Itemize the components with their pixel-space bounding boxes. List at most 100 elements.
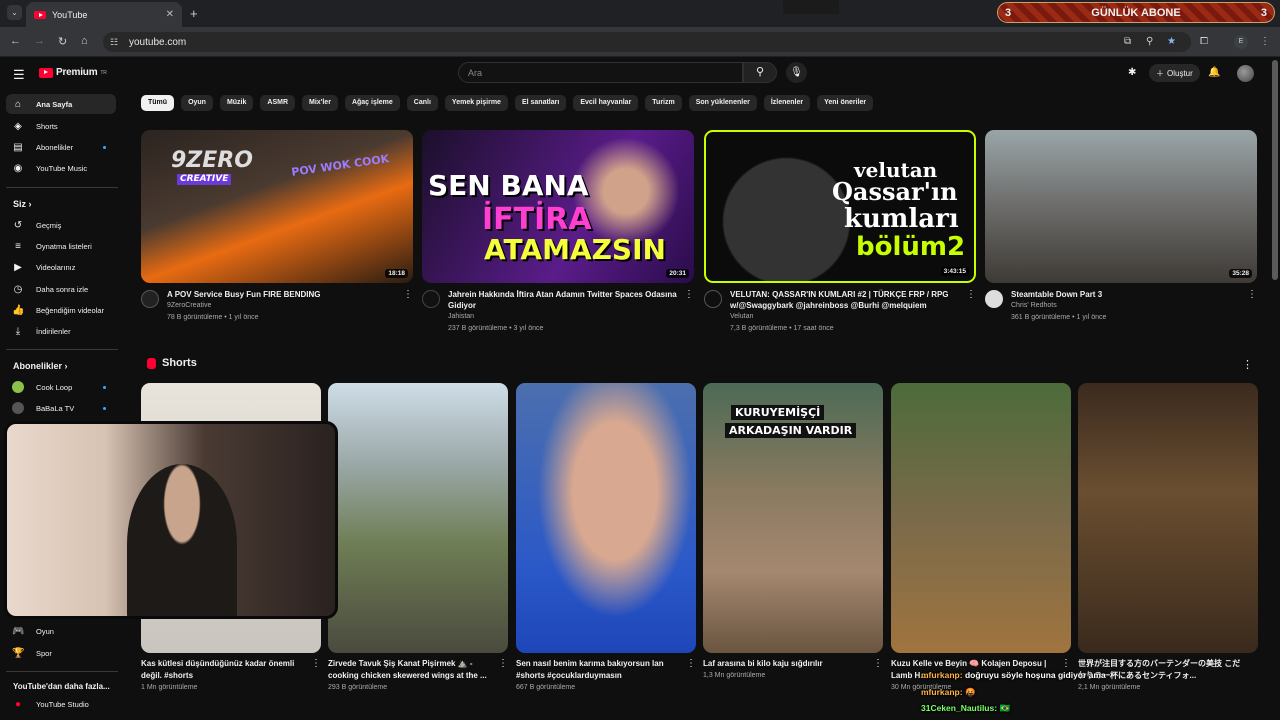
channel-avatar[interactable] (985, 290, 1003, 308)
channel-name[interactable]: Velutan (730, 311, 960, 323)
channel-avatar[interactable] (141, 290, 159, 308)
bookmark-star-icon[interactable]: ★ (1167, 36, 1176, 47)
sidebar-item-history[interactable]: ↺ Geçmiş (6, 215, 116, 235)
search-input[interactable]: Ara (458, 62, 743, 83)
more-actions-icon[interactable]: ⋮ (686, 658, 696, 669)
short-title[interactable]: Zirvede Tavuk Şiş Kanat Pişirmek ⛰️ - co… (328, 658, 494, 682)
youtube-premium-logo[interactable]: Premium TR (39, 67, 107, 78)
short-thumbnail[interactable] (516, 383, 696, 653)
chip[interactable]: Evcil hayvanlar (573, 95, 639, 111)
voice-search-button[interactable]: 🎙 (786, 62, 807, 83)
more-actions-icon[interactable]: ⋮ (966, 289, 976, 300)
reload-icon[interactable]: ↻ (58, 35, 67, 48)
video-title[interactable]: VELUTAN: QASSAR'IN KUMLARI #2 | TÜRKÇE F… (730, 289, 960, 311)
chip[interactable]: İzlenenler (763, 95, 811, 111)
channel-name[interactable]: Chris' Redhots (1011, 300, 1241, 312)
new-tab-icon[interactable]: + (190, 6, 198, 21)
video-thumbnail[interactable]: 35:28 (985, 130, 1257, 283)
video-card[interactable]: velutan Qassar'ın kumları bölüm2 3:43:15… (704, 130, 976, 335)
channel-name[interactable]: Jahistan (448, 311, 678, 323)
chip[interactable]: Müzik (219, 95, 254, 111)
chip[interactable]: Yemek pişirme (444, 95, 508, 111)
video-card[interactable]: 35:28 Steamtable Down Part 3 Chris' Redh… (985, 130, 1257, 324)
chip-all[interactable]: Tümü (141, 95, 175, 111)
channel-avatar[interactable] (704, 290, 722, 308)
notifications-bell-icon[interactable]: 🔔 (1208, 67, 1220, 78)
sidebar-item-youtube-music[interactable]: ◉ YouTube Music (6, 158, 116, 178)
short-title[interactable]: Sen nasıl benim karıma bakıyorsun lan #s… (516, 658, 682, 682)
chip[interactable]: Oyun (181, 95, 213, 111)
page-scrollbar[interactable] (1272, 60, 1278, 280)
short-thumbnail[interactable] (891, 383, 1071, 653)
short-card[interactable]: 世界が注目する方のバーテンダーの美技 こだわりの一杯にあるセンティフォ... 2… (1078, 383, 1258, 694)
sidebar-item-playlists[interactable]: ≡ Oynatma listeleri (6, 236, 116, 256)
sidebar-item-your-videos[interactable]: ▶ Videolarınız (6, 257, 116, 277)
forward-icon[interactable]: → (34, 35, 45, 47)
sidebar-item-youtube-studio[interactable]: ● YouTube Studio (6, 694, 116, 714)
chip[interactable]: Mix'ler (302, 95, 338, 111)
chip[interactable]: Son yüklenenler (688, 95, 757, 111)
chip[interactable]: Turizm (645, 95, 682, 111)
sidebar-item-watch-later[interactable]: ◷ Daha sonra izle (6, 279, 116, 299)
more-actions-icon[interactable]: ⋮ (1247, 289, 1257, 300)
browser-tab-youtube[interactable]: YouTube ✕ (26, 2, 182, 27)
close-tab-icon[interactable]: ✕ (166, 9, 174, 20)
video-thumbnail[interactable]: velutan Qassar'ın kumları bölüm2 3:43:15 (704, 130, 976, 283)
video-title[interactable]: A POV Service Busy Fun FIRE BENDING (167, 289, 397, 300)
create-button[interactable]: ＋ Oluştur (1149, 64, 1200, 82)
sidebar-item-shorts[interactable]: ◈ Shorts (6, 116, 116, 136)
tab-search-chevron-icon[interactable]: ⌄ (7, 5, 22, 20)
site-info-icon[interactable]: ☷ (110, 37, 118, 48)
sidebar-item-gaming[interactable]: 🎮 Oyun (6, 621, 116, 641)
browser-menu-icon[interactable]: ⋮ (1260, 36, 1270, 47)
back-icon[interactable]: ← (10, 35, 21, 47)
sidebar-channel-babala-tv[interactable]: BaBaLa TV (6, 398, 116, 418)
short-title[interactable]: Laf arasına bi kilo kaju sığdırılır (703, 658, 869, 670)
extensions-icon[interactable]: ⧠ (1200, 36, 1208, 47)
more-actions-icon[interactable]: ⋮ (1061, 658, 1071, 669)
chip[interactable]: ASMR (260, 95, 296, 111)
zoom-icon[interactable]: ⚲ (1146, 36, 1153, 47)
video-title[interactable]: Steamtable Down Part 3 (1011, 289, 1241, 300)
short-thumbnail[interactable]: KURUYEMİŞÇİ ARKADAŞIN VARDIR (703, 383, 883, 653)
sidebar-item-liked-videos[interactable]: 👍 Beğendiğim videolar (6, 300, 116, 320)
more-actions-icon[interactable]: ⋮ (684, 289, 694, 300)
more-actions-icon[interactable]: ⋮ (403, 289, 413, 300)
short-thumbnail[interactable] (1078, 383, 1258, 653)
sidebar-item-downloads[interactable]: ⤓ İndirilenler (6, 321, 116, 341)
chip[interactable]: Canlı (406, 95, 438, 111)
shelf-more-icon[interactable]: ⋮ (1242, 358, 1253, 371)
video-thumbnail[interactable]: 9ZERO CREATIVE POV WOK COOK 18:18 (141, 130, 413, 283)
home-button-icon[interactable]: ⌂ (81, 35, 88, 47)
more-actions-icon[interactable]: ⋮ (498, 658, 508, 669)
channel-name[interactable]: 9ZeroCreative (167, 300, 397, 312)
browser-profile-avatar[interactable]: E (1234, 35, 1248, 49)
sidebar-you-header[interactable]: Siz › (13, 199, 32, 209)
video-card[interactable]: 9ZERO CREATIVE POV WOK COOK 18:18 A POV … (141, 130, 413, 324)
sidebar-item-home[interactable]: ⌂ Ana Sayfa (6, 94, 116, 114)
video-card[interactable]: SEN BANA İFTİRA ATAMAZSIN 20:31 Jahrein … (422, 130, 694, 335)
more-actions-icon[interactable]: ⋮ (873, 658, 883, 669)
short-card[interactable]: Zirvede Tavuk Şiş Kanat Pişirmek ⛰️ - co… (328, 383, 508, 694)
sidebar-item-sports[interactable]: 🏆 Spor (6, 643, 116, 663)
video-thumbnail[interactable]: SEN BANA İFTİRA ATAMAZSIN 20:31 (422, 130, 694, 283)
sidebar-subscriptions-header[interactable]: Abonelikler › (13, 361, 68, 371)
short-thumbnail[interactable] (328, 383, 508, 653)
url-bar[interactable]: youtube.com (103, 32, 1191, 52)
sidebar-item-subscriptions[interactable]: ▤ Abonelikler (6, 137, 116, 157)
short-card[interactable]: Kuzu Kelle ve Beyin 🧠 Kolajen Deposu | L… (891, 383, 1071, 694)
video-title[interactable]: Jahrein Hakkında İftira Atan Adamın Twit… (448, 289, 678, 311)
short-title[interactable]: Kas kütlesi düşündüğünüz kadar önemli de… (141, 658, 307, 682)
chip[interactable]: Ağaç işleme (344, 95, 400, 111)
sidebar-channel-cook-loop[interactable]: Cook Loop (6, 377, 116, 397)
short-card[interactable]: Sen nasıl benim karıma bakıyorsun lan #s… (516, 383, 696, 694)
cast-gear-icon[interactable]: ✱ (1128, 67, 1136, 78)
account-avatar[interactable] (1237, 65, 1254, 82)
search-button[interactable]: ⚲ (743, 62, 777, 83)
channel-avatar[interactable] (422, 290, 440, 308)
guide-menu-icon[interactable]: ☰ (13, 67, 25, 83)
chip[interactable]: Yeni öneriler (817, 95, 874, 111)
short-card[interactable]: KURUYEMİŞÇİ ARKADAŞIN VARDIR Laf arasına… (703, 383, 883, 682)
install-app-icon[interactable]: ⧉ (1124, 36, 1131, 47)
chip[interactable]: El sanatları (514, 95, 567, 111)
